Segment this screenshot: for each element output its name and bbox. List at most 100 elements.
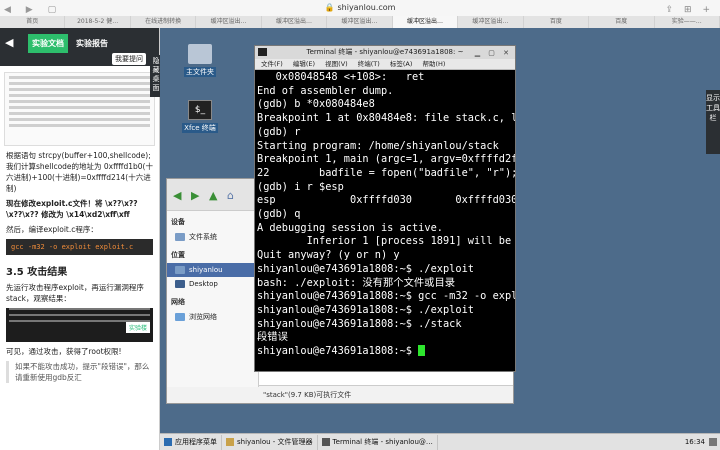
terminal-icon bbox=[321, 438, 330, 446]
menu-tabs[interactable]: 标签(A) bbox=[390, 60, 413, 68]
doc-paragraph-1: 根据语句 strcpy(buffer+100,shellcode); 我们计算s… bbox=[6, 151, 153, 193]
doc-paragraph-5: 可见，通过攻击，获得了root权限! bbox=[6, 347, 122, 356]
terminal-line: esp 0xffffd030 0xffffd030 bbox=[257, 194, 515, 207]
terminal-line: 22 badfile = fopen("badfile", "r"); bbox=[257, 166, 515, 179]
terminal-app-icon bbox=[258, 48, 267, 56]
doc-paragraph-2: 现在修改exploit.c文件！将 \x??\x??\x??\x?? 修改为 \… bbox=[6, 199, 138, 219]
terminal-line: (gdb) b *0x080484e8 bbox=[257, 98, 375, 111]
screenshot-thumbnail bbox=[4, 72, 155, 146]
fm-status-bar: "stack"(9.7 KB)可执行文件 bbox=[259, 385, 513, 403]
browser-tab[interactable]: 首页 bbox=[0, 16, 66, 28]
menu-edit[interactable]: 编辑(E) bbox=[293, 60, 315, 68]
apps-menu-button[interactable]: 应用程序菜单 bbox=[160, 434, 222, 450]
thumb-button: 实验楼 bbox=[125, 322, 150, 333]
window-controls-icon[interactable]: ▁ ▢ ✕ bbox=[475, 47, 512, 60]
folder-icon bbox=[226, 438, 234, 446]
doc-quote: 如果不能攻击成功，提示"段错误"，那么请重新使用gdb反汇 bbox=[6, 361, 153, 383]
doc-paragraph-3: 然后，编译exploit.c程序： bbox=[6, 225, 98, 234]
task-file-manager[interactable]: shiyanlou - 文件管理器 bbox=[222, 434, 318, 450]
desktop-icon bbox=[175, 280, 185, 288]
terminal-prompt-line[interactable]: shiyanlou@e743691a1808:~$ bbox=[257, 345, 513, 359]
terminal-launcher-label: Xfce 终端 bbox=[182, 123, 218, 133]
show-toolbar-tab[interactable]: 显示工具栏 bbox=[706, 90, 720, 154]
apps-menu-icon bbox=[164, 438, 172, 446]
browser-tab[interactable]: 缓冲区溢出… bbox=[327, 16, 393, 28]
fm-section-device: 设备 bbox=[171, 218, 185, 226]
terminal-line: A debugging session is active. bbox=[257, 221, 443, 234]
terminal-line: Breakpoint 1 at 0x80484e8: file stack.c,… bbox=[257, 112, 515, 125]
browser-tab[interactable]: 百度 bbox=[523, 16, 590, 28]
browser-tab[interactable]: 缓冲区溢出… bbox=[196, 16, 262, 28]
fm-forward-icon[interactable]: ▶ bbox=[191, 189, 199, 202]
terminal-line: Starting program: /home/shiyanlou/stack bbox=[257, 139, 499, 152]
terminal-line: shiyanlou@e743691a1808:~$ gcc -m32 -o ex… bbox=[257, 290, 515, 303]
tab-strip: 首页 2018-5-2 健… 在线进制转换 缓冲区溢出… 缓冲区溢出… 缓冲区溢出… 缓冲区… bbox=[0, 16, 720, 28]
section-heading: 3.5 攻击结果 bbox=[6, 267, 68, 278]
menu-terminal[interactable]: 终端(T) bbox=[358, 60, 380, 68]
back-icon[interactable]: ◀ bbox=[5, 36, 13, 49]
terminal-output[interactable]: 0x08048548 <+108>: ret End of assembler d… bbox=[255, 70, 515, 370]
terminal-line: (gdb) r bbox=[257, 125, 301, 138]
lock-icon: 🔒 bbox=[324, 3, 335, 12]
terminal-line: Breakpoint 1, main (argc=1, argv=0xffffd… bbox=[257, 153, 515, 166]
terminal-line: (gdb) i r $esp bbox=[257, 180, 344, 193]
doc-header: ◀ 实验文档 实验报告 我要提问 bbox=[0, 28, 159, 66]
terminal-window: Terminal 终端 - shiyanlou@e743691a1808: ~ … bbox=[254, 45, 516, 372]
terminal-line: Inferior 1 [process 1891] will be killed… bbox=[306, 235, 512, 248]
browser-tab[interactable]: 缓冲区溢出… bbox=[261, 16, 328, 28]
network-icon bbox=[175, 313, 185, 321]
code-block: gcc -m32 -o exploit exploit.c bbox=[6, 239, 153, 255]
taskbar: 应用程序菜单 shiyanlou - 文件管理器 Terminal 终端 - s… bbox=[160, 433, 720, 450]
browser-tab[interactable]: 实验——… bbox=[654, 16, 720, 28]
fm-home-icon[interactable]: ⌂ bbox=[227, 189, 234, 202]
terminal-menubar: 文件(F) 编辑(E) 视图(V) 终端(T) 标签(A) 帮助(H) bbox=[255, 59, 515, 70]
terminal-line: 0x08048548 <+108>: ret bbox=[257, 71, 425, 83]
drive-icon bbox=[175, 233, 185, 241]
tab-report[interactable]: 实验报告 bbox=[76, 38, 108, 49]
tab-doc[interactable]: 实验文档 bbox=[28, 34, 68, 53]
menu-view[interactable]: 视图(V) bbox=[325, 60, 348, 68]
show-desktop-icon[interactable] bbox=[709, 438, 717, 446]
terminal-title: Terminal 终端 - shiyanlou@e743691a1808: ~ bbox=[306, 48, 464, 56]
clock: 16:34 bbox=[684, 438, 705, 446]
terminal-prompt: shiyanlou@e743691a1808:~$ bbox=[257, 345, 419, 358]
browser-tab[interactable]: 缓冲区溢出… bbox=[458, 16, 524, 28]
fm-sidebar: 设备 文件系统 位置 shiyanlou Desktop 网络 浏览网络 bbox=[167, 211, 259, 387]
fm-item-shiyanlou[interactable]: shiyanlou bbox=[167, 263, 258, 277]
fm-section-place: 位置 bbox=[171, 251, 185, 259]
terminal-launcher-icon[interactable]: $_ Xfce 终端 bbox=[176, 100, 224, 133]
url-text: shiyanlou.com bbox=[337, 3, 396, 12]
terminal-titlebar[interactable]: Terminal 终端 - shiyanlou@e743691a1808: ~ … bbox=[255, 46, 515, 59]
browser-tab[interactable]: 缓冲区溢出… bbox=[392, 16, 459, 28]
menu-help[interactable]: 帮助(H) bbox=[423, 60, 446, 68]
terminal-line: shiyanlou@e743691a1808:~$ ./exploit bbox=[257, 303, 474, 316]
task-terminal[interactable]: Terminal 终端 - shiyanlou@… bbox=[318, 434, 438, 450]
terminal-line: 段错误 bbox=[257, 331, 288, 344]
browser-chrome: ◀ ▶ ▢ 🔒 shiyanlou.com ⇪ ⊞ + 首页 2018-5-2 健…… bbox=[0, 0, 720, 28]
browser-tab[interactable]: 2018-5-2 健… bbox=[65, 16, 131, 28]
doc-panel: ◀ 实验文档 实验报告 我要提问 根据语句 strcpy(buffer+100,… bbox=[0, 28, 160, 450]
ask-button[interactable]: 我要提问 bbox=[112, 53, 146, 65]
fm-item-browse-network[interactable]: 浏览网络 bbox=[167, 310, 258, 324]
terminal-line: (gdb) q bbox=[257, 208, 301, 221]
home-icon bbox=[175, 266, 185, 274]
cursor bbox=[418, 345, 426, 357]
address-bar[interactable]: ◀ ▶ ▢ 🔒 shiyanlou.com ⇪ ⊞ + bbox=[0, 0, 720, 16]
terminal-line: shiyanlou@e743691a1808:~$ ./exploit bbox=[257, 262, 474, 275]
fm-item-filesystem[interactable]: 文件系统 bbox=[167, 230, 258, 244]
home-folder-icon[interactable]: 主文件夹 bbox=[176, 44, 224, 77]
browser-tab[interactable]: 百度 bbox=[589, 16, 655, 28]
fm-section-network: 网络 bbox=[171, 298, 185, 306]
terminal-line: Quit anyway? (y or n) y bbox=[257, 249, 400, 262]
result-thumbnail: 实验楼 bbox=[6, 308, 153, 342]
doc-paragraph-4: 先运行攻击程序exploit，再运行漏洞程序stack，观察结果： bbox=[6, 283, 144, 303]
browser-tab[interactable]: 在线进制转换 bbox=[130, 16, 197, 28]
fm-item-desktop[interactable]: Desktop bbox=[167, 277, 258, 291]
terminal-line: End of assembler dump. bbox=[257, 84, 394, 97]
terminal-line: shiyanlou@e743691a1808:~$ ./stack bbox=[257, 317, 462, 330]
terminal-line: bash: ./exploit: 没有那个文件或目录 bbox=[257, 276, 456, 289]
home-folder-label: 主文件夹 bbox=[184, 67, 216, 77]
fm-back-icon[interactable]: ◀ bbox=[173, 189, 181, 202]
fm-up-icon[interactable]: ▲ bbox=[209, 189, 217, 202]
menu-file[interactable]: 文件(F) bbox=[261, 60, 283, 68]
